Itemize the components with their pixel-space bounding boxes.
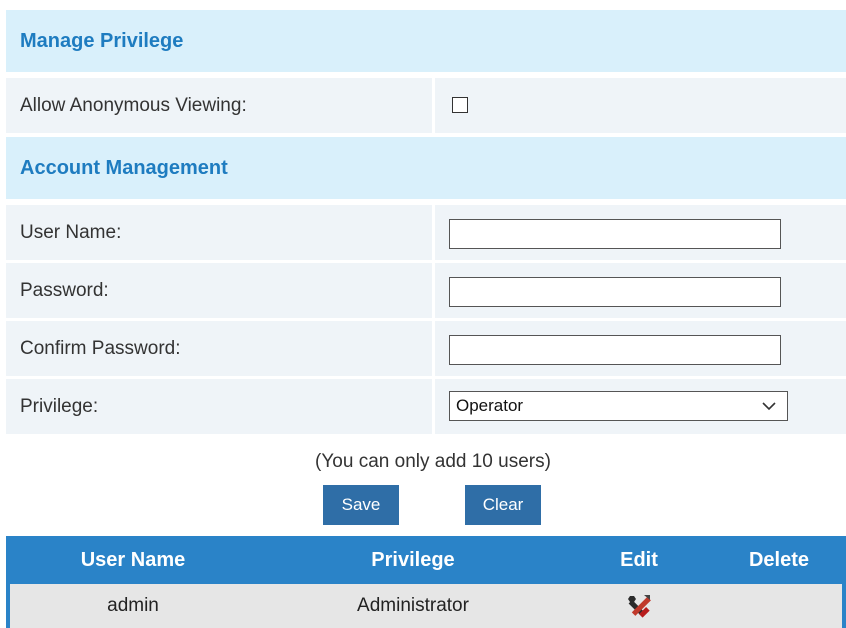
confirm-password-label: Confirm Password:: [6, 321, 432, 376]
chevron-down-icon: [762, 402, 776, 411]
privilege-select[interactable]: Operator: [449, 391, 788, 421]
row-privilege: Administrator: [357, 595, 469, 616]
privilege-selected-value: Operator: [456, 396, 524, 415]
anonymous-viewing-row: Allow Anonymous Viewing:: [6, 78, 846, 133]
password-input[interactable]: [449, 277, 781, 307]
anonymous-viewing-checkbox[interactable]: [452, 97, 468, 113]
privilege-row: Privilege: Operator: [6, 379, 846, 434]
manage-privilege-title: Manage Privilege: [20, 29, 184, 52]
save-button[interactable]: Save: [323, 485, 399, 525]
user-name-cell: [435, 205, 846, 260]
column-header-delete: Delete: [748, 548, 810, 571]
confirm-password-row: Confirm Password:: [6, 321, 846, 376]
privilege-label: Privilege:: [6, 379, 432, 434]
row-edit-cell: [566, 593, 712, 619]
column-header-edit: Edit: [620, 548, 658, 571]
confirm-password-input[interactable]: [449, 335, 781, 365]
users-table-header: User Name Privilege Edit Delete: [6, 536, 846, 584]
tools-icon[interactable]: [625, 593, 653, 619]
password-label: Password:: [6, 263, 432, 318]
anonymous-viewing-cell: [435, 78, 846, 133]
table-frame-right: [842, 536, 846, 628]
privilege-cell: Operator: [435, 379, 846, 434]
account-management-title: Account Management: [20, 156, 228, 179]
column-header-user-name: User Name: [80, 548, 186, 571]
column-header-privilege: Privilege: [371, 548, 455, 571]
password-row: Password:: [6, 263, 846, 318]
user-name-label: User Name:: [6, 205, 432, 260]
password-cell: [435, 263, 846, 318]
table-frame-left: [6, 536, 10, 628]
row-user-name: admin: [107, 595, 159, 616]
account-management-header: Account Management: [6, 137, 846, 199]
confirm-password-cell: [435, 321, 846, 376]
user-name-row: User Name:: [6, 205, 846, 260]
manage-privilege-header: Manage Privilege: [6, 10, 846, 72]
user-limit-note: (You can only add 10 users): [315, 451, 551, 472]
table-row: admin Administrator: [6, 584, 846, 628]
user-name-input[interactable]: [449, 219, 781, 249]
anonymous-viewing-label: Allow Anonymous Viewing:: [6, 78, 432, 133]
users-table: User Name Privilege Edit Delete admin Ad…: [6, 536, 846, 628]
clear-button[interactable]: Clear: [465, 485, 541, 525]
